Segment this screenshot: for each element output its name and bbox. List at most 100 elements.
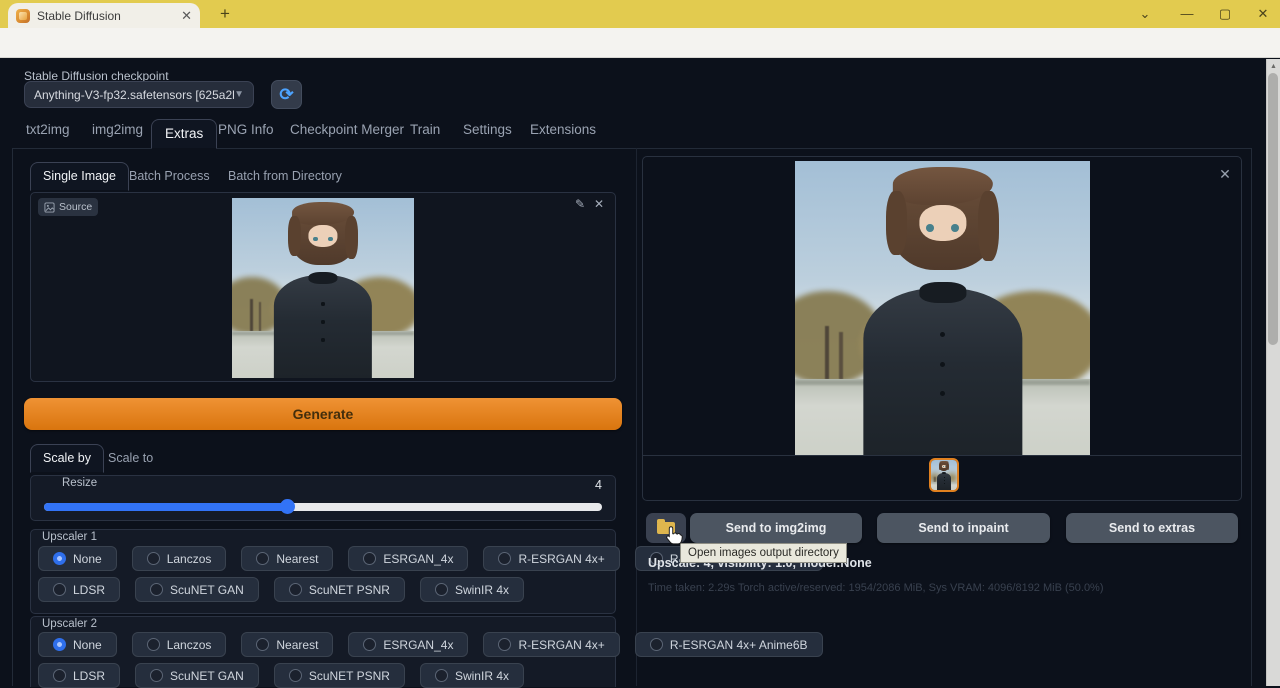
result-image[interactable]: [795, 161, 1090, 456]
send-to-img2img-button[interactable]: Send to img2img: [690, 513, 862, 543]
send-to-extras-button[interactable]: Send to extras: [1066, 513, 1238, 543]
radio-icon: [650, 638, 663, 651]
resize-number-input[interactable]: 4: [476, 478, 602, 497]
upscaler2-option-swinir-4x[interactable]: SwinIR 4x: [420, 663, 524, 688]
tab-txt2img[interactable]: txt2img: [26, 122, 70, 137]
scene-shape: [919, 205, 966, 240]
scene-shape: [919, 282, 966, 303]
window-minimize-icon[interactable]: —: [1180, 7, 1194, 21]
subtab-batch-process[interactable]: Batch Process: [129, 169, 210, 183]
upscaler2-option-nearest[interactable]: Nearest: [241, 632, 333, 657]
upscaler1-option-ldsr[interactable]: LDSR: [38, 577, 120, 602]
upscaler1-option-swinir-4x[interactable]: SwinIR 4x: [420, 577, 524, 602]
upscaler1-option-esrgan-4x[interactable]: ESRGAN_4x: [348, 546, 468, 571]
source-label: Source: [59, 201, 92, 213]
radio-icon: [150, 669, 163, 682]
source-chip: Source: [38, 198, 98, 216]
radio-icon: [363, 552, 376, 565]
mouse-cursor-hand-icon: [664, 525, 686, 551]
scene-shape: [308, 272, 337, 285]
tab-settings[interactable]: Settings: [463, 122, 512, 137]
radio-selected-icon: [53, 552, 66, 565]
folder-tooltip: Open images output directory: [680, 543, 847, 563]
upscaler2-option-ldsr[interactable]: LDSR: [38, 663, 120, 688]
scene-shape: [321, 302, 324, 305]
edit-pencil-icon[interactable]: ✎: [575, 197, 585, 211]
radio-icon: [147, 552, 160, 565]
thumbnail-image: [931, 460, 957, 490]
subtab-batch-from-directory[interactable]: Batch from Directory: [228, 169, 342, 183]
upscaler2-option-r-esrgan-4x[interactable]: R-ESRGAN 4x+: [483, 632, 619, 657]
tab-train[interactable]: Train: [410, 122, 440, 137]
radio-icon: [289, 583, 302, 596]
radio-icon: [53, 583, 66, 596]
scene-shape: [274, 275, 372, 378]
scene-shape: [947, 463, 949, 470]
browser-tab[interactable]: Stable Diffusion ✕: [8, 3, 200, 28]
scene-shape: [345, 216, 358, 259]
scene-shape: [863, 288, 1022, 456]
upscaler2-option-lanczos[interactable]: Lanczos: [132, 632, 227, 657]
checkpoint-refresh-button[interactable]: ⟳: [271, 80, 302, 109]
upscaler2-option-esrgan-4x[interactable]: ESRGAN_4x: [348, 632, 468, 657]
scene-shape: [926, 224, 934, 232]
tab-png-info[interactable]: PNG Info: [218, 122, 274, 137]
subtab-scale-by[interactable]: Scale by: [30, 444, 104, 473]
radio-icon: [498, 638, 511, 651]
subtab-single-image[interactable]: Single Image: [30, 162, 129, 191]
upscaler1-option-scunet-gan[interactable]: ScuNET GAN: [135, 577, 259, 602]
gallery-thumbnail-selected[interactable]: [929, 458, 959, 492]
scene-shape: [937, 473, 951, 490]
upscaler1-label: Upscaler 1: [42, 531, 97, 543]
scene-shape: [288, 216, 301, 256]
upscaler1-option-r-esrgan-4x[interactable]: R-ESRGAN 4x+: [483, 546, 619, 571]
scene-shape: [939, 463, 941, 470]
source-image-icon: [44, 202, 55, 213]
upscaler1-option-lanczos[interactable]: Lanczos: [132, 546, 227, 571]
radio-icon: [498, 552, 511, 565]
window-menu-chevron-icon[interactable]: ⌄: [1138, 7, 1152, 21]
checkpoint-dropdown[interactable]: Anything-V3-fp32.safetensors [625a2ba2] …: [24, 81, 254, 108]
radio-icon: [256, 638, 269, 651]
resize-slider-thumb[interactable]: [280, 499, 295, 514]
result-close-icon[interactable]: ✕: [1217, 166, 1233, 182]
new-tab-button[interactable]: +: [216, 5, 234, 23]
upscaler1-option-nearest[interactable]: Nearest: [241, 546, 333, 571]
tab-extras[interactable]: Extras: [151, 119, 217, 149]
upscaler2-option-none[interactable]: None: [38, 632, 117, 657]
scrollbar-up-arrow-icon[interactable]: ▲: [1270, 63, 1277, 70]
source-image[interactable]: [232, 198, 414, 378]
browser-toolbar: i 127.0.0.1:7860 G: [0, 28, 1280, 58]
radio-icon: [150, 583, 163, 596]
radio-icon: [289, 669, 302, 682]
radio-icon: [53, 669, 66, 682]
tab-extensions[interactable]: Extensions: [530, 122, 596, 137]
resize-slider-fill: [44, 503, 287, 511]
radio-icon: [147, 638, 160, 651]
radio-icon: [435, 583, 448, 596]
send-to-inpaint-button[interactable]: Send to inpaint: [877, 513, 1050, 543]
browser-titlebar: Stable Diffusion ✕ + ⌄ — ▢ ✕: [0, 0, 1280, 28]
generate-button[interactable]: Generate: [24, 398, 622, 430]
window-close-icon[interactable]: ✕: [1256, 7, 1270, 21]
upscaler2-option-r-esrgan-anime6b[interactable]: R-ESRGAN 4x+ Anime6B: [635, 632, 823, 657]
radio-icon: [256, 552, 269, 565]
upscaler1-option-none[interactable]: None: [38, 546, 117, 571]
tab-close-icon[interactable]: ✕: [181, 9, 192, 22]
scrollbar-thumb[interactable]: [1268, 73, 1278, 345]
generation-footer-text: Time taken: 2.29s Torch active/reserved:…: [648, 582, 1104, 594]
radio-icon: [363, 638, 376, 651]
scene-shape: [308, 225, 337, 247]
tab-checkpoint-merger[interactable]: Checkpoint Merger: [290, 122, 404, 137]
resize-label: Resize: [62, 477, 97, 489]
scene-shape: [825, 326, 830, 385]
window-maximize-icon[interactable]: ▢: [1218, 7, 1232, 21]
upscaler2-option-scunet-gan[interactable]: ScuNET GAN: [135, 663, 259, 688]
chevron-down-icon: ▼: [234, 89, 244, 100]
upscaler2-option-scunet-psnr[interactable]: ScuNET PSNR: [274, 663, 405, 688]
upscaler1-option-scunet-psnr[interactable]: ScuNET PSNR: [274, 577, 405, 602]
clear-source-icon[interactable]: ✕: [594, 197, 604, 211]
subtab-scale-to[interactable]: Scale to: [108, 451, 153, 465]
tab-img2img[interactable]: img2img: [92, 122, 143, 137]
scene-shape: [321, 338, 324, 341]
